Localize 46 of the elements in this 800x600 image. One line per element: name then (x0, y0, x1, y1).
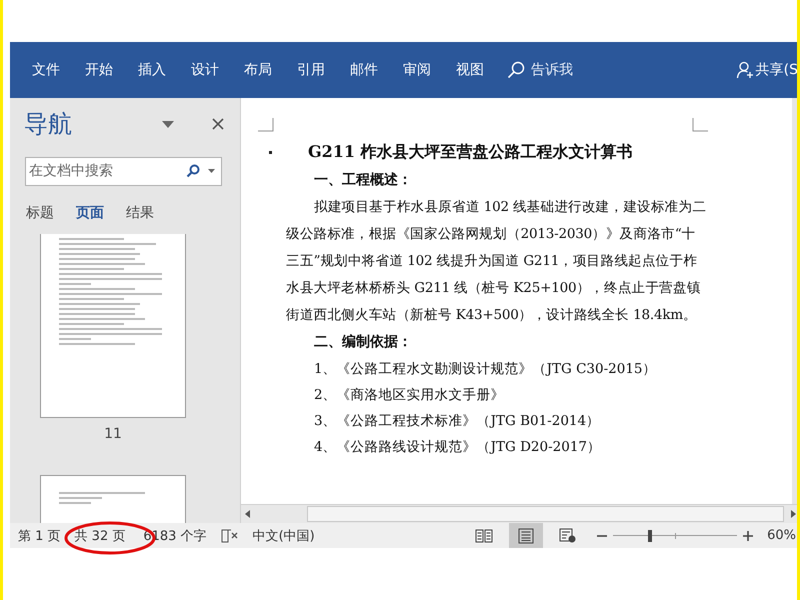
pane-tab[interactable]: 标题 (18, 200, 62, 226)
section-heading: 一、工程概述： (313, 171, 413, 190)
search-icon (507, 61, 525, 79)
page-thumbnail[interactable] (40, 234, 186, 418)
page-globe-icon (559, 528, 578, 544)
page-number: 11 (104, 426, 122, 442)
ribbon-tab[interactable]: 邮件 (340, 57, 388, 83)
close-icon[interactable] (212, 118, 224, 130)
ribbon-tab[interactable]: 视图 (446, 57, 494, 83)
margin-corner-mark (258, 118, 274, 132)
ribbon-tab[interactable]: 插入 (128, 57, 176, 83)
reference-item: 1、《公路工程水文勘测设计规范》（JTG C30-2015） (313, 360, 658, 379)
ribbon-tab[interactable]: 引用 (287, 57, 335, 83)
zoom-percentage[interactable]: 60% (767, 528, 796, 543)
horizontal-scrollbar[interactable] (241, 504, 797, 523)
proofing-book-icon[interactable] (220, 528, 239, 544)
share-button[interactable]: 共享(S (736, 57, 797, 83)
dropdown-caret-icon[interactable] (162, 120, 174, 128)
open-book-icon (475, 528, 494, 542)
reference-item: 4、《公路路线设计规范》（JTG D20-2017） (313, 438, 602, 457)
page-thumbnail[interactable] (40, 475, 186, 523)
margin-corner-mark (692, 118, 708, 132)
body-paragraph: 拟建项目基于柞水县原省道 102 线基础进行改建，建设标准为二级公路标准，根据《国家公路网规划（2013-2030）》及商洛市“十三五”规划中将省道 102 线提升为国道 G211，项目路线起点位于柞水县大坪老林桥桥头 G211 线（桩号 K25+100），终点止于营盘镇街道西北侧火车站（新桩号 K43+500），设计路线全长 18.4km。 (286, 198, 708, 325)
zoom-in-icon[interactable] (743, 530, 754, 540)
section-heading: 二、编制依据： (313, 333, 413, 352)
search-field[interactable]: 在文档中搜索 (25, 156, 222, 186)
tell-me-search[interactable]: 告诉我 (503, 57, 577, 83)
language-indicator[interactable]: 中文(中国) (252, 526, 315, 544)
page-lines-icon (518, 528, 534, 544)
person-add-icon (736, 61, 754, 79)
page-count: 共 32 页 (74, 528, 126, 544)
pane-tab[interactable]: 页面 (68, 200, 112, 226)
document-title: G211 柞水县大坪至营盘公路工程水文计算书 (308, 142, 633, 163)
ribbon-tab[interactable]: 布局 (234, 57, 282, 83)
reference-item: 2、《商洛地区实用水文手册》 (313, 386, 506, 405)
page-indicator[interactable]: 第 1 页 (18, 526, 61, 544)
reference-item: 3、《公路工程技术标准》（JTG B01-2014） (313, 412, 602, 431)
pane-tab[interactable]: 结果 (118, 200, 162, 226)
print-layout-button[interactable] (509, 523, 544, 548)
ribbon-tab[interactable]: 文件 (22, 57, 70, 83)
ribbon-tab[interactable]: 审阅 (393, 57, 441, 83)
pane-title: 导航 (24, 109, 72, 140)
ribbon-tab[interactable]: 开始 (75, 57, 123, 83)
dropdown-caret-icon[interactable] (208, 169, 215, 174)
ribbon-tab[interactable]: 设计 (181, 57, 229, 83)
search-icon[interactable] (186, 164, 200, 178)
